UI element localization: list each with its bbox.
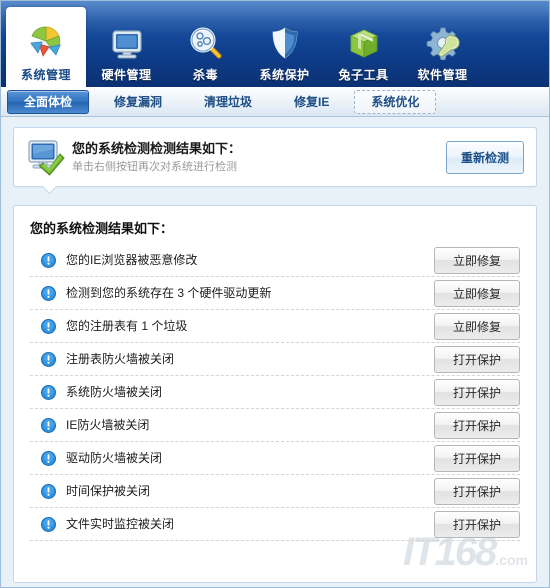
nav-item-system-protection[interactable]: 系统保护: [246, 9, 323, 87]
result-row-text: 文件实时监控被关闭: [66, 517, 175, 531]
main-toolbar: 系统管理 硬件管理 杀毒 系统保护 兔子工具 软件管理: [1, 1, 549, 87]
green-box-icon: [344, 21, 384, 65]
result-row[interactable]: 您的注册表有 1 个垃圾 立即修复: [30, 310, 520, 343]
tab-label: 全面体检: [24, 94, 73, 109]
nav-item-system-management[interactable]: 系统管理: [6, 7, 86, 87]
result-row[interactable]: IE防火墙被关闭 打开保护: [30, 409, 520, 442]
nav-label: 软件管理: [417, 68, 468, 82]
nav-label: 系统管理: [20, 68, 71, 82]
result-row[interactable]: 检测到您的系统存在 3 个硬件驱动更新 立即修复: [30, 277, 520, 310]
monitor-icon: [107, 21, 147, 65]
result-row-text: 时间保护被关闭: [66, 484, 151, 498]
result-row-action-button[interactable]: 立即修复: [433, 246, 520, 274]
main-nav: 系统管理 硬件管理 杀毒 系统保护 兔子工具 软件管理: [1, 1, 482, 87]
result-row-text: 驱动防火墙被关闭: [66, 451, 163, 465]
scan-summary-subtitle: 单击右侧按钮再次对系统进行检测: [72, 160, 237, 173]
warning-exclamation-icon: [30, 417, 60, 433]
result-row-action-button[interactable]: 打开保护: [433, 411, 520, 439]
sub-tab-bar: 全面体检 修复漏洞 清理垃圾 修复IE 系统优化: [1, 87, 549, 117]
result-row-text: 您的IE浏览器被恶意修改: [66, 253, 198, 267]
tab-full-checkup[interactable]: 全面体检: [7, 89, 90, 114]
result-row-text: 注册表防火墙被关闭: [66, 352, 175, 366]
result-row-action-button[interactable]: 打开保护: [433, 510, 520, 538]
result-row-text: 您的注册表有 1 个垃圾: [66, 319, 188, 333]
nav-item-software-management[interactable]: 软件管理: [404, 9, 481, 87]
result-row[interactable]: 驱动防火墙被关闭 打开保护: [30, 442, 520, 475]
panel-tail: [42, 186, 58, 195]
nav-label: 系统保护: [259, 68, 310, 82]
warning-exclamation-icon: [30, 351, 60, 367]
result-row[interactable]: 文件实时监控被关闭 打开保护: [30, 508, 520, 541]
tab-fix-vulnerabilities[interactable]: 修复漏洞: [97, 90, 179, 114]
tab-system-optimize[interactable]: 系统优化: [354, 89, 437, 114]
tab-clean-junk[interactable]: 清理垃圾: [187, 90, 269, 114]
result-row-action-button[interactable]: 打开保护: [433, 444, 520, 472]
result-row[interactable]: 注册表防火墙被关闭 打开保护: [30, 343, 520, 376]
nav-item-rabbit-tools[interactable]: 兔子工具: [325, 9, 402, 87]
nav-label: 兔子工具: [338, 68, 389, 82]
result-row-text: IE防火墙被关闭: [66, 418, 150, 432]
nav-label: 硬件管理: [101, 68, 152, 82]
result-row-action-button[interactable]: 打开保护: [433, 477, 520, 505]
result-row[interactable]: 时间保护被关闭 打开保护: [30, 475, 520, 508]
gear-wrench-icon: [423, 21, 463, 65]
scan-summary-texts: 您的系统检测检测结果如下： 单击右侧按钮再次对系统进行检测: [68, 140, 446, 175]
scan-summary-panel: 您的系统检测检测结果如下： 单击右侧按钮再次对系统进行检测 重新检测: [13, 127, 537, 187]
watermark-domain: .com: [495, 552, 528, 568]
magnifier-icon: [186, 21, 226, 65]
warning-exclamation-icon: [30, 450, 60, 466]
result-row-action-button[interactable]: 立即修复: [433, 312, 520, 340]
result-row[interactable]: 您的IE浏览器被恶意修改 立即修复: [30, 244, 520, 277]
application-window: 系统管理 硬件管理 杀毒 系统保护 兔子工具 软件管理 全面体检 修复漏洞 清理…: [0, 0, 550, 588]
result-row-action-button[interactable]: 打开保护: [433, 378, 520, 406]
result-row[interactable]: 系统防火墙被关闭 打开保护: [30, 376, 520, 409]
rescan-button[interactable]: 重新检测: [445, 140, 524, 174]
warning-exclamation-icon: [30, 483, 60, 499]
warning-exclamation-icon: [30, 384, 60, 400]
result-row-action-button[interactable]: 立即修复: [433, 279, 520, 307]
shield-icon: [265, 21, 305, 65]
pie-chart-icon: [26, 21, 66, 65]
page-content: 您的系统检测检测结果如下： 单击右侧按钮再次对系统进行检测 重新检测 您的系统检…: [1, 117, 549, 583]
tab-label: 系统优化: [371, 94, 420, 109]
warning-exclamation-icon: [30, 318, 60, 334]
results-heading: 您的系统检测结果如下：: [30, 221, 174, 236]
warning-exclamation-icon: [30, 285, 60, 301]
tab-label: 清理垃圾: [204, 94, 253, 109]
tab-label: 修复IE: [294, 94, 330, 109]
result-row-text: 系统防火墙被关闭: [66, 385, 163, 399]
tab-label: 修复漏洞: [114, 94, 163, 109]
results-card: 您的系统检测结果如下： 您的IE浏览器被恶意修改 立即修复 检测到您的系统存在 …: [13, 205, 537, 583]
tab-repair-ie[interactable]: 修复IE: [277, 90, 346, 114]
nav-label: 杀毒: [192, 68, 218, 82]
warning-exclamation-icon: [30, 252, 60, 268]
result-row-text: 检测到您的系统存在 3 个硬件驱动更新: [66, 286, 272, 300]
monitor-check-icon: [24, 138, 68, 176]
nav-item-antivirus[interactable]: 杀毒: [167, 9, 244, 87]
result-row-action-button[interactable]: 打开保护: [433, 345, 520, 373]
warning-exclamation-icon: [30, 516, 60, 532]
nav-item-hardware-management[interactable]: 硬件管理: [88, 9, 165, 87]
scan-summary-title: 您的系统检测检测结果如下：: [72, 140, 242, 156]
